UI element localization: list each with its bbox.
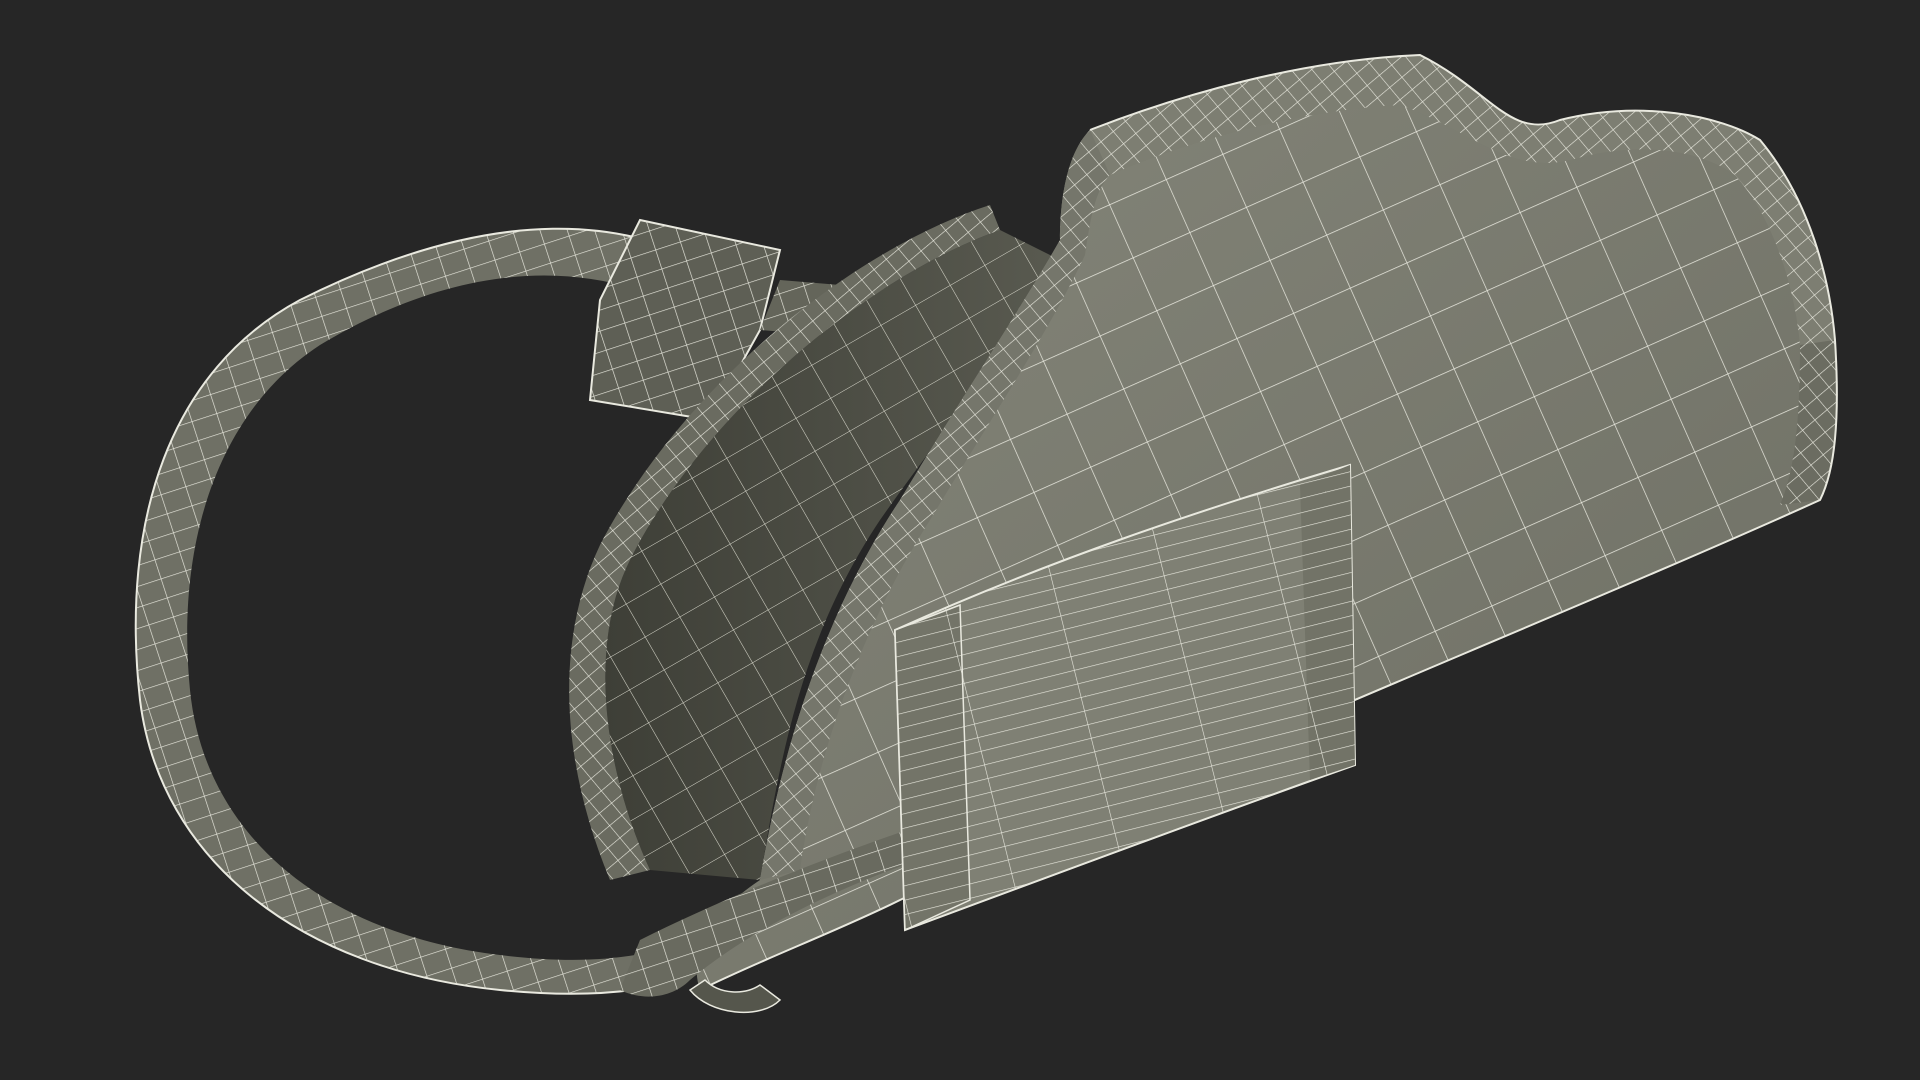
wireframe-render <box>134 53 1838 1013</box>
render-viewport <box>0 0 1920 1080</box>
